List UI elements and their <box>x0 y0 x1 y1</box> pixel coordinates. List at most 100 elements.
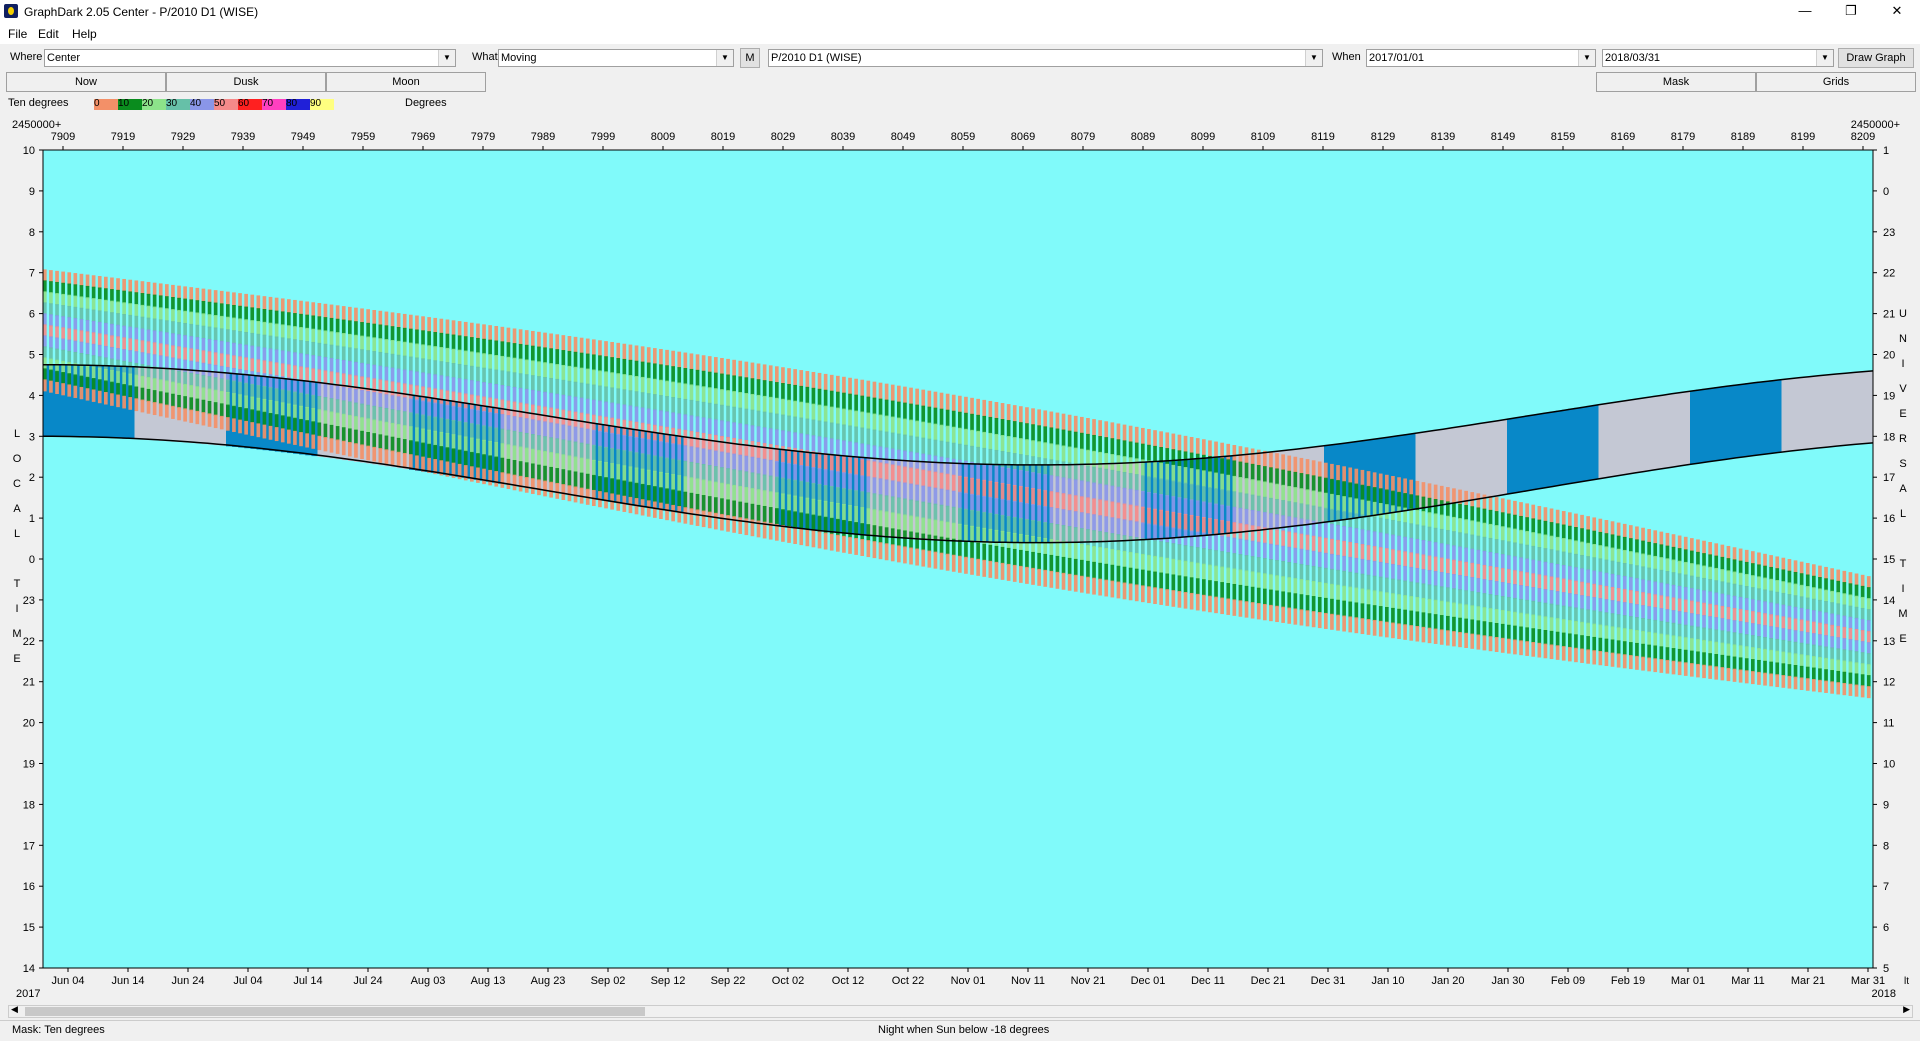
altitude-cell <box>506 444 511 460</box>
bottom-tick-label: Dec 21 <box>1251 975 1286 987</box>
menu-help[interactable]: Help <box>72 27 97 41</box>
altitude-cell <box>640 438 645 455</box>
m-button[interactable]: M <box>740 48 760 68</box>
altitude-cell <box>1244 570 1249 587</box>
altitude-cell <box>1232 522 1237 539</box>
altitude-cell <box>146 281 151 295</box>
altitude-cell <box>671 381 675 399</box>
altitude-cell <box>537 390 541 407</box>
altitude-cell <box>1507 513 1511 529</box>
altitude-cell <box>897 433 901 451</box>
menu-edit[interactable]: Edit <box>38 27 59 41</box>
altitude-cell <box>921 405 926 423</box>
altitude-cell <box>1561 524 1566 540</box>
altitude-cell <box>945 489 950 507</box>
altitude-cell <box>1000 546 1005 564</box>
altitude-cell <box>1153 587 1157 605</box>
tab-moon[interactable]: Moon <box>326 72 486 92</box>
tab-dusk[interactable]: Dusk <box>166 72 326 92</box>
altitude-cell <box>1037 536 1041 554</box>
altitude-cell <box>872 397 877 415</box>
altitude-cell <box>646 500 651 517</box>
twilight-cell <box>1488 421 1496 497</box>
what-select[interactable]: Moving ▼ <box>498 49 734 67</box>
altitude-cell <box>1586 542 1590 558</box>
altitude-cell <box>665 411 669 428</box>
altitude-cell <box>61 360 65 374</box>
altitude-cell <box>1159 572 1163 590</box>
close-button[interactable]: ✕ <box>1874 0 1920 24</box>
altitude-cell <box>104 276 108 290</box>
altitude-cell <box>829 470 834 488</box>
altitude-cell <box>1439 514 1444 530</box>
altitude-cell <box>775 397 779 415</box>
altitude-cell <box>1476 535 1481 551</box>
altitude-cell <box>1720 605 1725 620</box>
altitude-cell <box>585 338 590 355</box>
altitude-cell <box>1696 639 1700 653</box>
altitude-cell <box>335 332 340 347</box>
altitude-cell <box>695 478 700 495</box>
altitude-cell <box>183 298 187 312</box>
altitude-cell <box>939 424 944 442</box>
altitude-cell <box>91 343 96 357</box>
altitude-cell <box>897 497 901 515</box>
altitude-cell <box>1787 594 1792 607</box>
altitude-cell <box>598 385 602 402</box>
object-select[interactable]: P/2010 D1 (WISE) ▼ <box>768 49 1323 67</box>
altitude-cell <box>305 341 309 356</box>
altitude-cell <box>1622 523 1627 538</box>
altitude-cell <box>964 508 968 526</box>
when-end-select[interactable]: 2018/03/31 ▼ <box>1602 49 1834 67</box>
restore-button[interactable]: ❐ <box>1828 0 1874 24</box>
altitude-cell <box>1104 484 1109 502</box>
altitude-cell <box>1037 568 1041 586</box>
tab-grids[interactable]: Grids <box>1756 72 1916 92</box>
altitude-cell <box>1269 497 1273 515</box>
twilight-cell <box>1708 387 1715 462</box>
where-select[interactable]: Center ▼ <box>44 49 456 67</box>
altitude-cell <box>482 454 486 470</box>
altitude-cell <box>1324 537 1328 554</box>
altitude-cell <box>104 368 108 382</box>
tab-now[interactable]: Now <box>6 72 166 92</box>
altitude-cell <box>1561 578 1566 594</box>
altitude-cell <box>1836 580 1841 594</box>
altitude-cell <box>49 336 53 349</box>
altitude-cell <box>1610 573 1615 588</box>
altitude-cell <box>165 392 169 406</box>
altitude-cell <box>55 315 59 328</box>
tab-mask[interactable]: Mask <box>1596 72 1756 92</box>
minimize-button[interactable]: — <box>1782 0 1828 24</box>
scroll-thumb[interactable] <box>25 1007 645 1016</box>
altitude-cell <box>213 402 218 416</box>
right-tick-label: 20 <box>1883 350 1895 362</box>
scroll-left-icon[interactable]: ◀ <box>11 1004 18 1015</box>
altitude-cell <box>415 343 419 359</box>
altitude-cell <box>909 387 913 405</box>
altitude-cell <box>49 325 53 338</box>
altitude-cell <box>1116 470 1121 488</box>
altitude-cell <box>1793 560 1798 573</box>
scroll-right-icon[interactable]: ▶ <box>1903 1004 1910 1015</box>
when-start-select[interactable]: 2017/01/01 ▼ <box>1366 49 1596 67</box>
right-axis-letter: E <box>1899 408 1906 420</box>
altitude-cell <box>1397 579 1401 596</box>
altitude-cell <box>232 418 236 432</box>
altitude-cell <box>1336 465 1340 482</box>
altitude-cell <box>445 347 450 364</box>
altitude-cell <box>1415 625 1420 642</box>
altitude-cell <box>1159 431 1163 449</box>
altitude-cell <box>1427 483 1432 499</box>
altitude-cell <box>1769 555 1773 568</box>
horizontal-scrollbar[interactable]: ◀ ▶ <box>8 1004 1913 1018</box>
altitude-cell <box>1580 608 1584 623</box>
altitude-cell <box>1025 534 1029 552</box>
draw-graph-button[interactable]: Draw Graph <box>1838 48 1914 68</box>
altitude-cell <box>1433 542 1438 558</box>
menu-file[interactable]: File <box>8 27 27 41</box>
altitude-cell <box>146 317 151 331</box>
altitude-cell <box>671 504 675 522</box>
altitude-cell <box>1067 414 1072 432</box>
altitude-cell <box>146 341 151 355</box>
